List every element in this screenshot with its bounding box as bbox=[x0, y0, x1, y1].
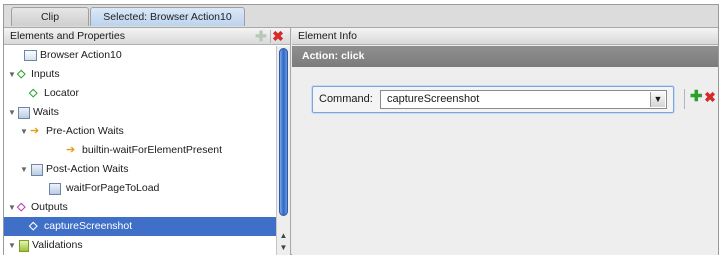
green-diamond-icon: ◇ bbox=[29, 87, 38, 99]
element-info-panel: Element Info Action: click Command: capt… bbox=[292, 28, 718, 255]
element-info-header: Element Info bbox=[292, 28, 718, 45]
elements-properties-header: Elements and Properties ✚ ✖ bbox=[4, 28, 290, 45]
command-divider bbox=[684, 89, 685, 109]
command-row: Command: captureScreenshot ▼ bbox=[312, 86, 674, 113]
waits-icon bbox=[49, 183, 61, 195]
tree-item-post-action-waits[interactable]: ▼ Post-Action Waits bbox=[4, 160, 276, 179]
scrollbar-thumb[interactable] bbox=[279, 48, 288, 216]
elements-properties-panel: Elements and Properties ✚ ✖ Browser Acti… bbox=[4, 28, 291, 255]
arrow-icon: ➔ bbox=[66, 144, 76, 156]
chevron-down-icon[interactable]: ▼ bbox=[650, 92, 665, 107]
tab-strip: Clip Selected: Browser Action10 bbox=[4, 5, 718, 28]
tree-item-pre-action-waits[interactable]: ▼ ➔ Pre-Action Waits bbox=[4, 122, 276, 141]
disclosure-triangle-icon[interactable]: ▼ bbox=[8, 236, 17, 255]
disclosure-triangle-icon[interactable]: ▼ bbox=[8, 65, 17, 84]
tree-item-outputs[interactable]: ▼ ◇ Outputs bbox=[4, 198, 276, 217]
waits-icon bbox=[31, 164, 43, 176]
command-select[interactable]: captureScreenshot ▼ bbox=[380, 90, 667, 109]
elements-properties-title: Elements and Properties bbox=[10, 30, 125, 42]
tree-item-capture-screenshot[interactable]: ◇ captureScreenshot bbox=[4, 217, 276, 236]
disclosure-triangle-icon[interactable]: ▼ bbox=[8, 198, 17, 217]
tab-selected-browser-action[interactable]: Selected: Browser Action10 bbox=[90, 7, 245, 26]
plus-icon[interactable]: ✚ bbox=[690, 89, 703, 105]
plus-icon[interactable]: ✚ bbox=[254, 29, 268, 43]
disclosure-triangle-icon[interactable]: ▼ bbox=[8, 103, 17, 122]
element-info-title: Element Info bbox=[298, 30, 357, 42]
tree-scrollbar[interactable]: ▲ ▼ bbox=[276, 46, 290, 255]
tree-item-wait-for-page-to-load[interactable]: waitForPageToLoad bbox=[4, 179, 276, 198]
disclosure-triangle-icon[interactable]: ▼ bbox=[20, 160, 29, 179]
close-icon[interactable]: ✖ bbox=[271, 29, 285, 43]
purple-diamond-icon: ◇ bbox=[29, 220, 38, 232]
purple-diamond-icon: ◇ bbox=[17, 201, 26, 213]
close-icon[interactable]: ✖ bbox=[704, 89, 716, 105]
waits-icon bbox=[18, 107, 30, 119]
tab-clip[interactable]: Clip bbox=[11, 7, 89, 26]
arrow-icon: ➔ bbox=[30, 125, 40, 137]
action-title-bar: Action: click bbox=[292, 46, 718, 67]
validation-icon bbox=[19, 240, 29, 252]
green-diamond-icon: ◇ bbox=[17, 68, 26, 80]
scroll-down-icon[interactable]: ▼ bbox=[278, 242, 289, 253]
command-value: captureScreenshot bbox=[387, 93, 480, 105]
tree-item-validations[interactable]: ▼ Validations bbox=[4, 236, 276, 255]
element-tree: Browser Action10 ▼ ◇ Inputs ◇ Locator ▼ … bbox=[4, 46, 276, 255]
command-label: Command: bbox=[319, 93, 373, 105]
tree-item-inputs[interactable]: ▼ ◇ Inputs bbox=[4, 65, 276, 84]
tree-item-browser-action[interactable]: Browser Action10 bbox=[4, 46, 276, 65]
clip-editor-window: Clip Selected: Browser Action10 Elements… bbox=[3, 4, 719, 255]
tree-item-waits[interactable]: ▼ Waits bbox=[4, 103, 276, 122]
disclosure-triangle-icon[interactable]: ▼ bbox=[20, 122, 29, 141]
tree-item-locator[interactable]: ◇ Locator bbox=[4, 84, 276, 103]
browser-action-icon bbox=[24, 50, 37, 61]
tree-item-wait-for-element-present[interactable]: ➔ builtin-waitForElementPresent bbox=[4, 141, 276, 160]
scroll-up-icon[interactable]: ▲ bbox=[278, 230, 289, 241]
